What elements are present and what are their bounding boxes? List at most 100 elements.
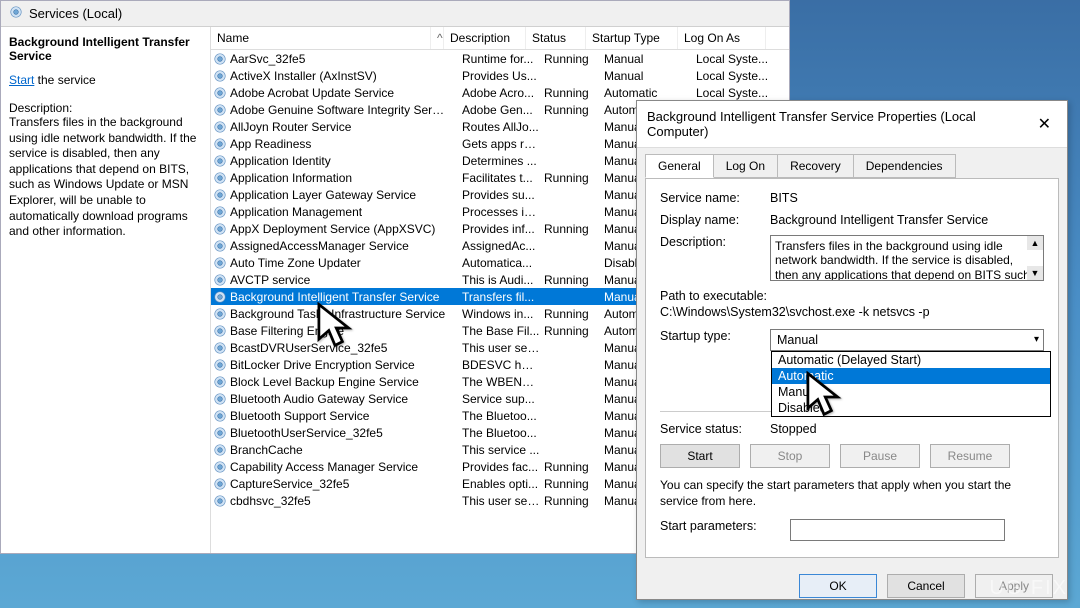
row-desc: The Bluetoo... [462, 409, 544, 423]
col-status[interactable]: Status [526, 27, 586, 49]
row-status: Running [544, 86, 604, 100]
startup-type-dropdown: Automatic (Delayed Start)AutomaticManual… [771, 351, 1051, 417]
row-name: Base Filtering Engine [230, 324, 450, 338]
service-description-text: Transfers files in the background using … [9, 115, 202, 240]
start-button[interactable]: Start [660, 444, 740, 468]
row-name: Application Identity [230, 154, 450, 168]
col-startup-type[interactable]: Startup Type [586, 27, 678, 49]
col-description[interactable]: Description [444, 27, 526, 49]
watermark-text: UG FIX [989, 577, 1068, 600]
row-name: Application Management [230, 205, 450, 219]
cancel-button[interactable]: Cancel [887, 574, 965, 598]
service-row[interactable]: AarSvc_32fe5Runtime for...RunningManualL… [211, 50, 789, 67]
service-gear-icon [213, 222, 227, 236]
service-properties-dialog: Background Intelligent Transfer Service … [636, 100, 1068, 600]
service-gear-icon [213, 52, 227, 66]
row-status: Running [544, 477, 604, 491]
tabs: General Log On Recovery Dependencies [637, 148, 1067, 178]
row-name: Bluetooth Audio Gateway Service [230, 392, 450, 406]
services-icon [9, 5, 23, 22]
tab-general[interactable]: General [645, 154, 714, 178]
label-start-params: Start parameters: [660, 519, 790, 533]
row-name: BitLocker Drive Encryption Service [230, 358, 450, 372]
service-gear-icon [213, 103, 227, 117]
row-status: Running [544, 273, 604, 287]
desc-scroll-up-icon[interactable]: ▲ [1027, 236, 1043, 250]
sort-indicator[interactable]: ^ [431, 27, 444, 49]
col-logon-as[interactable]: Log On As [678, 27, 766, 49]
service-gear-icon [213, 307, 227, 321]
row-status: Running [544, 52, 604, 66]
service-gear-icon [213, 341, 227, 355]
row-startup: Manual [604, 52, 696, 66]
service-detail-pane: Background Intelligent Transfer Service … [1, 27, 211, 553]
service-gear-icon [213, 477, 227, 491]
row-desc: BDESVC hos... [462, 358, 544, 372]
row-name: Capability Access Manager Service [230, 460, 450, 474]
tab-recovery[interactable]: Recovery [777, 154, 854, 178]
tab-body-general: Service name: BITS Display name: Backgro… [645, 178, 1059, 558]
tab-logon[interactable]: Log On [713, 154, 778, 178]
service-control-buttons: Start Stop Pause Resume [660, 444, 1044, 468]
value-path: C:\Windows\System32\svchost.exe -k netsv… [660, 305, 930, 319]
row-status: Running [544, 460, 604, 474]
row-desc: Transfers fil... [462, 290, 544, 304]
row-logon: Local Syste... [696, 69, 784, 83]
row-desc: Gets apps re... [462, 137, 544, 151]
service-gear-icon [213, 137, 227, 151]
ok-button[interactable]: OK [799, 574, 877, 598]
label-path: Path to executable: [660, 289, 767, 303]
desc-scroll-down-icon[interactable]: ▼ [1027, 266, 1043, 280]
service-gear-icon [213, 494, 227, 508]
close-icon[interactable]: ✕ [1032, 114, 1057, 134]
row-status: Running [544, 171, 604, 185]
desc-label: Description: [9, 101, 202, 115]
service-gear-icon [213, 409, 227, 423]
row-name: Bluetooth Support Service [230, 409, 450, 423]
row-desc: Provides inf... [462, 222, 544, 236]
start-service-link[interactable]: Start [9, 73, 34, 87]
row-name: AppX Deployment Service (AppXSVC) [230, 222, 450, 236]
selected-service-name: Background Intelligent Transfer Service [9, 35, 202, 63]
service-row[interactable]: ActiveX Installer (AxInstSV) Provides Us.… [211, 67, 789, 84]
row-desc: The WBENG... [462, 375, 544, 389]
service-gear-icon [213, 69, 227, 83]
label-display-name: Display name: [660, 213, 770, 227]
row-desc: Runtime for... [462, 52, 544, 66]
tab-dependencies[interactable]: Dependencies [853, 154, 956, 178]
service-gear-icon [213, 188, 227, 202]
startup-option[interactable]: Disabled [772, 400, 1050, 416]
row-desc: Adobe Gen... [462, 103, 544, 117]
row-desc: Provides su... [462, 188, 544, 202]
start-params-input[interactable] [790, 519, 1005, 541]
service-gear-icon [213, 239, 227, 253]
row-name: Block Level Backup Engine Service [230, 375, 450, 389]
row-startup: Automatic [604, 86, 696, 100]
row-desc: The Bluetoo... [462, 426, 544, 440]
row-desc: Automatica... [462, 256, 544, 270]
column-headers: Name ^ Description Status Startup Type L… [211, 27, 789, 50]
label-service-status: Service status: [660, 422, 770, 436]
row-name: BluetoothUserService_32fe5 [230, 426, 450, 440]
row-desc: AssignedAc... [462, 239, 544, 253]
row-desc: Service sup... [462, 392, 544, 406]
row-name: AVCTP service [230, 273, 450, 287]
col-name[interactable]: Name [211, 27, 431, 49]
service-gear-icon [213, 358, 227, 372]
startup-type-select[interactable]: Manual ▾ Automatic (Delayed Start)Automa… [770, 329, 1044, 351]
row-desc: Provides Us... [462, 69, 544, 83]
row-name: Auto Time Zone Updater [230, 256, 450, 270]
dialog-title: Background Intelligent Transfer Service … [647, 109, 1032, 139]
services-title: Services (Local) [29, 6, 122, 21]
startup-option[interactable]: Automatic (Delayed Start) [772, 352, 1050, 368]
startup-option[interactable]: Manual [772, 384, 1050, 400]
startup-option[interactable]: Automatic [772, 368, 1050, 384]
service-gear-icon [213, 375, 227, 389]
row-name: App Readiness [230, 137, 450, 151]
value-display-name: Background Intelligent Transfer Service [770, 213, 1044, 227]
service-row[interactable]: Adobe Acrobat Update ServiceAdobe Acro..… [211, 84, 789, 101]
description-textbox[interactable]: Transfers files in the background using … [770, 235, 1044, 281]
row-name: BcastDVRUserService_32fe5 [230, 341, 450, 355]
dialog-titlebar[interactable]: Background Intelligent Transfer Service … [637, 101, 1067, 148]
row-name: ActiveX Installer (AxInstSV) [230, 69, 450, 83]
